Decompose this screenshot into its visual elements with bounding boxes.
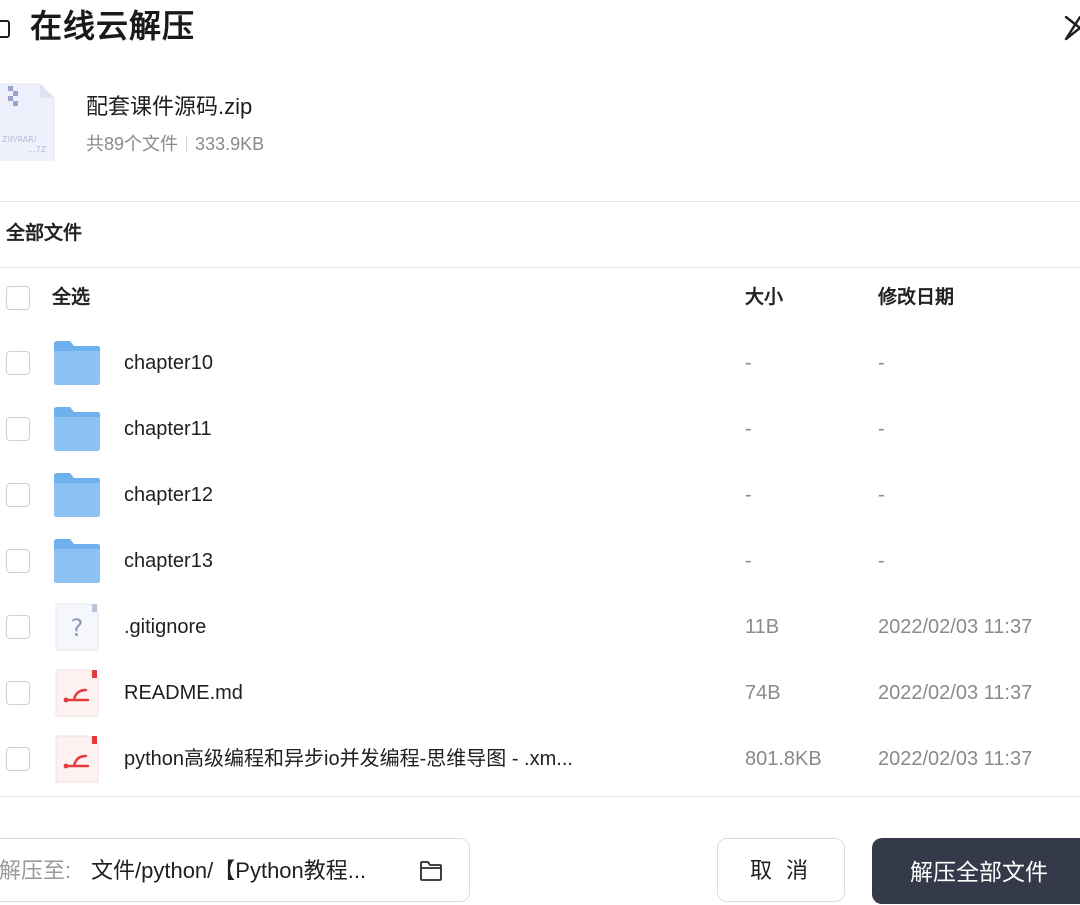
table-row[interactable]: python高级编程和异步io并发编程-思维导图 - .xm... 801.8K… xyxy=(0,726,1080,792)
table-row[interactable]: ? .gitignore 11B 2022/02/03 11:37 xyxy=(0,594,1080,660)
file-name[interactable]: chapter12 xyxy=(124,480,213,510)
close-icon[interactable] xyxy=(1060,12,1080,44)
row-checkbox[interactable] xyxy=(6,615,30,639)
file-name[interactable]: chapter11 xyxy=(124,414,211,444)
select-all-checkbox[interactable] xyxy=(6,286,30,310)
table-row[interactable]: chapter13 - - xyxy=(0,528,1080,594)
extract-all-button[interactable]: 解压全部文件 xyxy=(872,838,1080,904)
file-name[interactable]: .gitignore xyxy=(124,612,206,642)
file-size: 74B xyxy=(745,682,781,704)
row-checkbox[interactable] xyxy=(6,681,30,705)
file-size: - xyxy=(745,484,752,506)
file-date: - xyxy=(878,418,885,440)
archive-name: 配套课件源码.zip xyxy=(86,94,253,119)
select-all-label: 全选 xyxy=(52,287,91,308)
archive-size: 333.9KB xyxy=(195,134,265,154)
unknown-file-icon: ? xyxy=(52,602,102,652)
table-row[interactable]: chapter12 - - xyxy=(0,462,1080,528)
cancel-button[interactable]: 取 消 xyxy=(717,838,845,902)
file-date: 2022/02/03 11:37 xyxy=(878,748,1033,770)
header-checkbox-icon[interactable] xyxy=(0,20,10,38)
svg-text:?: ? xyxy=(71,614,84,642)
extract-path-label: 解压至: xyxy=(0,858,72,883)
archive-meta: 共89个文件 333.9KB xyxy=(86,132,264,156)
divider xyxy=(0,201,1080,202)
row-checkbox[interactable] xyxy=(6,351,30,375)
dialog-title: 在线云解压 xyxy=(30,8,196,44)
divider xyxy=(0,267,1080,268)
column-header-size: 大小 xyxy=(745,287,784,308)
row-checkbox[interactable] xyxy=(6,417,30,441)
file-date: - xyxy=(878,484,885,506)
svg-text:ZIP/RAR/: ZIP/RAR/ xyxy=(2,135,37,144)
file-size: - xyxy=(745,352,752,374)
meta-separator xyxy=(186,136,188,152)
table-row[interactable]: README.md 74B 2022/02/03 11:37 xyxy=(0,660,1080,726)
folder-icon xyxy=(52,404,102,454)
file-size: - xyxy=(745,418,752,440)
file-date: - xyxy=(878,352,885,374)
extract-path-value: 文件/python/【Python教程... xyxy=(91,858,367,883)
archive-file-count: 共89个文件 xyxy=(86,134,179,154)
row-checkbox[interactable] xyxy=(6,549,30,573)
folder-icon xyxy=(52,536,102,586)
file-date: 2022/02/03 11:37 xyxy=(878,682,1033,704)
table-row[interactable]: chapter10 - - xyxy=(0,330,1080,396)
file-name[interactable]: python高级编程和异步io并发编程-思维导图 - .xm... xyxy=(124,744,573,774)
file-date: - xyxy=(878,550,885,572)
divider xyxy=(0,796,1080,797)
row-checkbox[interactable] xyxy=(6,483,30,507)
file-name[interactable]: README.md xyxy=(124,678,243,708)
file-date: 2022/02/03 11:37 xyxy=(878,616,1033,638)
file-size: - xyxy=(745,550,752,572)
file-size: 11B xyxy=(745,616,780,638)
file-name[interactable]: chapter13 xyxy=(124,546,213,576)
folder-open-icon[interactable] xyxy=(419,860,443,882)
column-header-date: 修改日期 xyxy=(878,287,955,308)
extract-path-selector[interactable]: 解压至: 文件/python/【Python教程... xyxy=(0,838,470,902)
mindmap-file-icon xyxy=(52,734,102,784)
folder-icon xyxy=(52,470,102,520)
zip-file-icon: ZIP/RAR/ ...7Z xyxy=(0,82,56,162)
mindmap-file-icon xyxy=(52,668,102,718)
file-size: 801.8KB xyxy=(745,748,822,770)
row-checkbox[interactable] xyxy=(6,747,30,771)
breadcrumb[interactable]: 全部文件 xyxy=(6,220,82,248)
file-name[interactable]: chapter10 xyxy=(124,348,213,378)
svg-text:...7Z: ...7Z xyxy=(28,145,47,154)
table-row[interactable]: chapter11 - - xyxy=(0,396,1080,462)
folder-icon xyxy=(52,338,102,388)
